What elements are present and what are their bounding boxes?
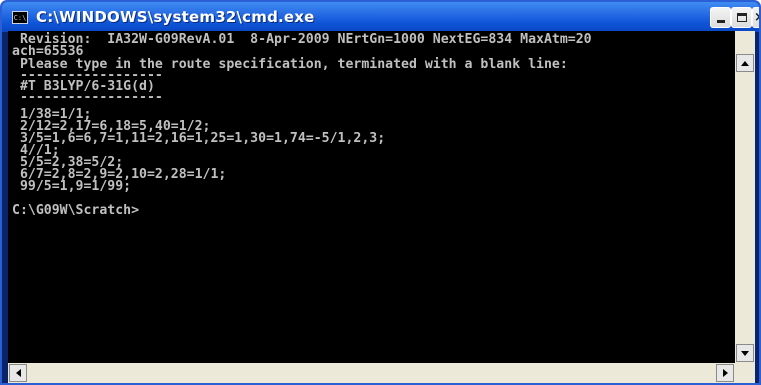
scrollbar-corner [735, 363, 755, 383]
scroll-up-icon [741, 60, 749, 66]
scroll-right-icon [722, 369, 728, 377]
console-line: Revision: IA32W-G09RevA.01 8-Apr-2009 NE… [12, 32, 592, 47]
command-prompt[interactable]: C:\G09W\Scratch> [12, 204, 139, 217]
horizontal-scrollbar[interactable] [8, 363, 755, 383]
scroll-up-button[interactable] [736, 54, 754, 72]
close-icon: × [754, 10, 759, 25]
title-bar[interactable]: C:\ C:\WINDOWS\system32\cmd.exe × [2, 2, 759, 32]
console-line: 3/5=1,6=6,7=1,11=2,16=1,25=1,30=1,74=-5/… [12, 131, 386, 146]
scroll-right-button[interactable] [716, 364, 734, 382]
console-line: ------------------ [12, 90, 163, 105]
cmd-icon[interactable]: C:\ [12, 10, 28, 24]
scroll-down-icon [741, 350, 749, 356]
maximize-icon [736, 13, 747, 22]
scroll-left-icon [15, 369, 21, 377]
console-line: 99/5=1,9=1/99; [12, 179, 132, 194]
scroll-left-button[interactable] [9, 364, 27, 382]
vertical-scrollbar[interactable] [735, 31, 755, 363]
maximize-button[interactable] [731, 7, 752, 28]
scroll-down-button[interactable] [736, 344, 754, 362]
minimize-button[interactable] [710, 7, 731, 28]
minimize-icon [716, 20, 725, 23]
console-output[interactable]: Revision: IA32W-G09RevA.01 8-Apr-2009 NE… [8, 31, 735, 363]
window-title: C:\WINDOWS\system32\cmd.exe [36, 8, 315, 26]
close-button[interactable]: × [752, 7, 759, 28]
